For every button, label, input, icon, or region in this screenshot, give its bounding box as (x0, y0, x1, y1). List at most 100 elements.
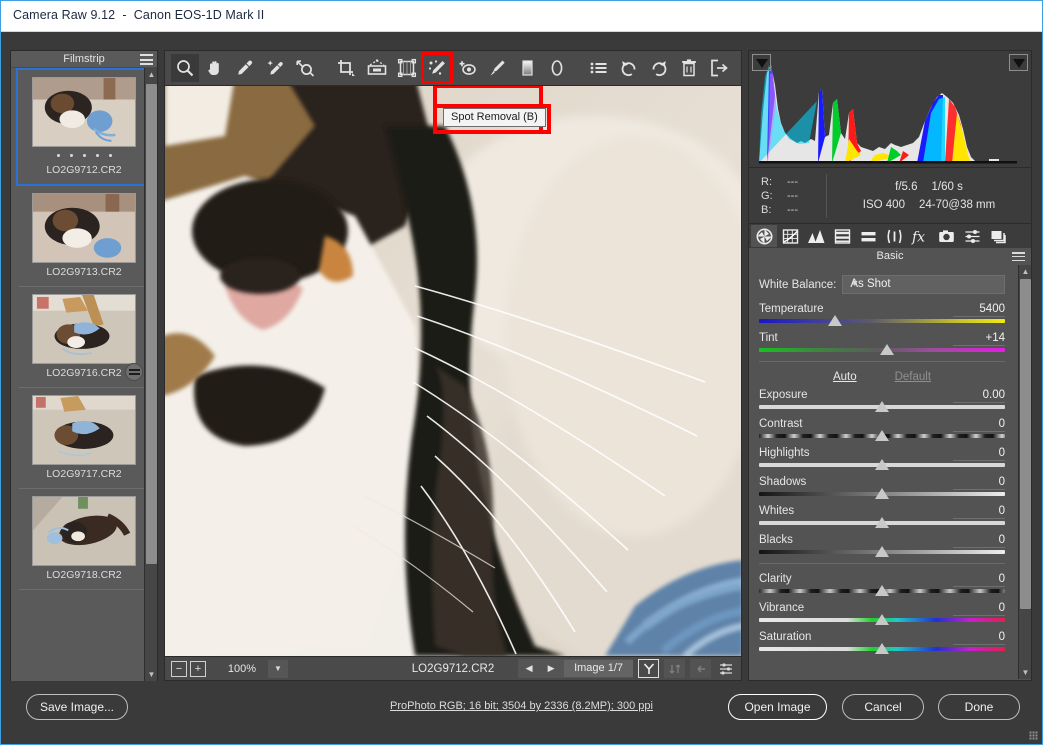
default-link[interactable]: Default (895, 371, 931, 383)
targeted-adjustment-tool[interactable] (291, 54, 319, 82)
hand-tool[interactable] (201, 54, 229, 82)
slider-knob[interactable] (828, 315, 843, 326)
slider-value[interactable]: +14 (953, 332, 1005, 346)
slider-knob[interactable] (875, 614, 889, 625)
open-preferences-tool[interactable] (705, 54, 733, 82)
slider-track[interactable] (759, 344, 1005, 355)
slider-saturation[interactable]: Saturation 0 (759, 631, 1005, 654)
open-image-button[interactable]: Open Image (728, 694, 827, 720)
done-button[interactable]: Done (938, 694, 1020, 720)
image-preview[interactable]: Spot Removal (B) (164, 86, 742, 656)
rotate-counterclockwise-tool[interactable] (615, 54, 643, 82)
slider-knob[interactable] (875, 517, 889, 528)
list-item[interactable]: LO2G9713.CR2 (19, 186, 149, 287)
tab-snapshots[interactable] (985, 225, 1011, 247)
slider-value[interactable]: 0 (953, 602, 1005, 616)
tab-basic[interactable] (751, 225, 777, 247)
slider-knob[interactable] (875, 643, 889, 654)
scroll-up-icon[interactable]: ▲ (1019, 265, 1031, 278)
slider-track[interactable] (759, 585, 1005, 596)
main-toolbar (164, 50, 742, 86)
window-resize-grip[interactable] (1029, 731, 1038, 740)
scroll-up-icon[interactable]: ▲ (145, 68, 158, 81)
straighten-tool[interactable] (363, 54, 391, 82)
slider-track[interactable] (759, 430, 1005, 441)
slider-vibrance[interactable]: Vibrance 0 (759, 602, 1005, 625)
graduated-filter-tool[interactable] (513, 54, 541, 82)
slider-track[interactable] (759, 459, 1005, 470)
list-item[interactable]: LO2G9717.CR2 (19, 388, 149, 489)
scrollbar-thumb[interactable] (1020, 279, 1031, 609)
adjustment-brush-tool[interactable] (483, 54, 511, 82)
slider-blacks[interactable]: Blacks 0 (759, 534, 1005, 557)
slider-knob[interactable] (875, 488, 889, 499)
scroll-down-icon[interactable]: ▼ (1019, 666, 1031, 679)
red-eye-removal-tool[interactable] (453, 54, 481, 82)
list-item[interactable]: LO2G9718.CR2 (19, 489, 149, 590)
slider-value[interactable]: 0 (953, 447, 1005, 461)
white-balance-tool[interactable] (231, 54, 259, 82)
hamburger-icon[interactable] (140, 54, 153, 65)
transform-tool[interactable] (393, 54, 421, 82)
slider-value[interactable]: 0 (953, 418, 1005, 432)
slider-knob[interactable] (875, 585, 889, 596)
slider-track[interactable] (759, 401, 1005, 412)
slider-knob[interactable] (875, 546, 889, 557)
slider-value[interactable]: 0 (953, 505, 1005, 519)
scrollbar-thumb[interactable] (146, 84, 157, 564)
tab-presets[interactable] (959, 225, 985, 247)
slider-knob[interactable] (875, 401, 889, 412)
slider-track[interactable] (759, 315, 1005, 326)
slider-track[interactable] (759, 614, 1005, 625)
slider-knob[interactable] (879, 344, 894, 355)
filmstrip-scrollbar[interactable]: ▲ ▼ (144, 68, 157, 681)
slider-value[interactable]: 0 (953, 573, 1005, 587)
slider-tint[interactable]: Tint +14 (759, 332, 1005, 355)
rating-dots[interactable] (18, 150, 150, 161)
slider-contrast[interactable]: Contrast 0 (759, 418, 1005, 441)
slider-value[interactable]: 0 (953, 476, 1005, 490)
slider-whites[interactable]: Whites 0 (759, 505, 1005, 528)
slider-track[interactable] (759, 488, 1005, 499)
shadow-clipping-warning[interactable] (752, 54, 771, 71)
slider-value[interactable]: 5400 (953, 303, 1005, 317)
presets-menu-tool[interactable] (584, 54, 612, 82)
slider-clarity[interactable]: Clarity 0 (759, 573, 1005, 596)
scroll-down-icon[interactable]: ▼ (145, 668, 158, 681)
slider-value[interactable]: 0.00 (953, 389, 1005, 403)
filmstrip-list[interactable]: LO2G9712.CR2 LO2G9713.CR2 LO2G9716.CR2 L… (11, 68, 157, 681)
radial-filter-tool[interactable] (543, 54, 571, 82)
slider-knob[interactable] (875, 430, 889, 441)
hamburger-icon[interactable] (1012, 252, 1025, 261)
tab-camera-calibration[interactable] (933, 225, 959, 247)
slider-shadows[interactable]: Shadows 0 (759, 476, 1005, 499)
white-balance-select[interactable]: As Shot ▼ (842, 275, 1005, 294)
tab-hsl-grayscale[interactable] (829, 225, 855, 247)
tab-split-toning[interactable] (855, 225, 881, 247)
slider-knob[interactable] (875, 459, 889, 470)
rotate-clockwise-tool[interactable] (645, 54, 673, 82)
slider-track[interactable] (759, 643, 1005, 654)
tab-tone-curve[interactable] (777, 225, 803, 247)
slider-track[interactable] (759, 546, 1005, 557)
list-item[interactable]: LO2G9712.CR2 (16, 68, 152, 186)
list-item[interactable]: LO2G9716.CR2 (19, 287, 149, 388)
slider-track[interactable] (759, 517, 1005, 528)
tab-detail[interactable] (803, 225, 829, 247)
slider-highlights[interactable]: Highlights 0 (759, 447, 1005, 470)
slider-temperature[interactable]: Temperature 5400 (759, 303, 1005, 326)
tab-lens-corrections[interactable] (881, 225, 907, 247)
auto-link[interactable]: Auto (833, 371, 857, 383)
delete-image-tool[interactable] (675, 54, 703, 82)
highlight-clipping-warning[interactable] (1009, 54, 1028, 71)
zoom-tool[interactable] (171, 54, 200, 82)
crop-tool[interactable] (333, 54, 361, 82)
color-sampler-tool[interactable] (261, 54, 289, 82)
slider-exposure[interactable]: Exposure 0.00 (759, 389, 1005, 412)
panel-scrollbar[interactable]: ▲ ▼ (1018, 265, 1031, 679)
spot-removal-tool[interactable] (420, 52, 453, 84)
cancel-button[interactable]: Cancel (842, 694, 924, 720)
slider-value[interactable]: 0 (953, 534, 1005, 548)
slider-value[interactable]: 0 (953, 631, 1005, 645)
tab-effects[interactable]: fx (907, 225, 933, 247)
